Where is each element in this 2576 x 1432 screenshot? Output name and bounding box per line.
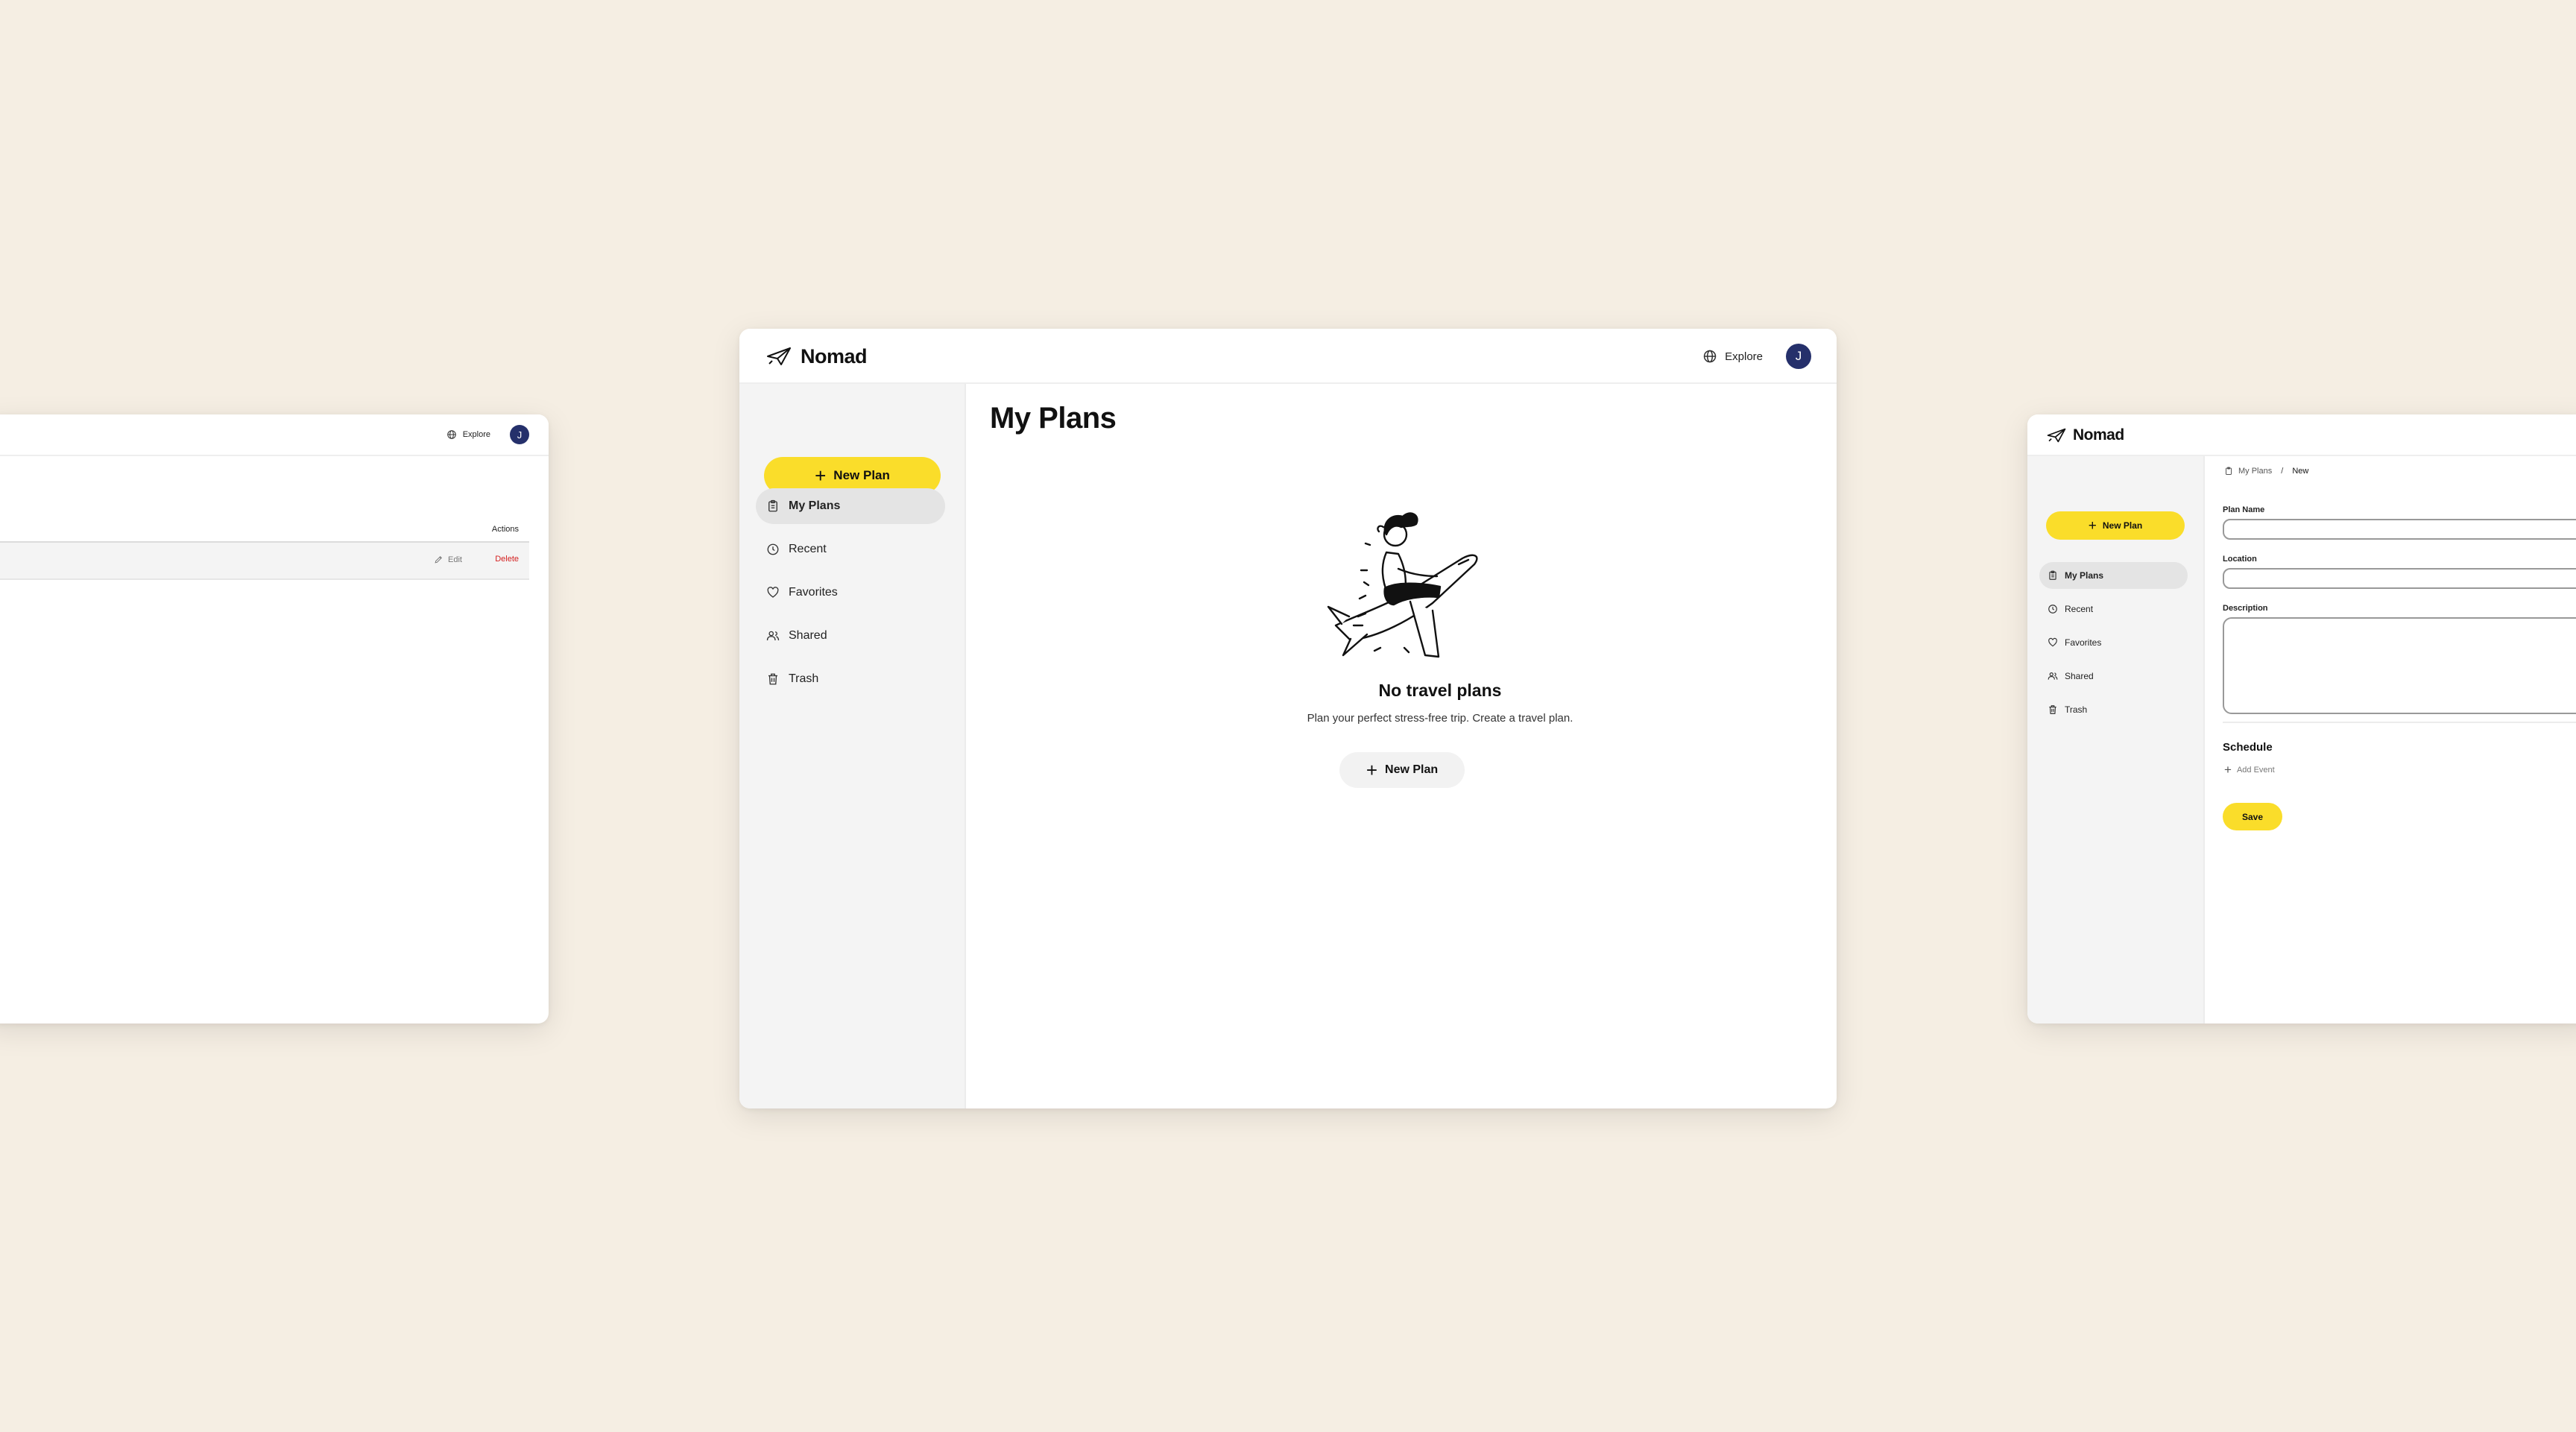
save-button[interactable]: Save [2223,803,2282,830]
table-row[interactable]: Edit Delete [0,543,529,580]
empty-state-title: No travel plans [1378,681,1502,700]
edit-button[interactable]: Edit [434,555,462,564]
users-icon [766,631,780,641]
description-label: Description [2223,604,2268,613]
sidebar-item-label: Favorites [2065,637,2102,648]
sidebar-item-shared[interactable]: Shared [756,618,945,654]
heart-icon [767,587,779,598]
clock-icon [767,543,779,555]
breadcrumb-separator: / [2281,467,2284,476]
explore-link[interactable]: Explore [446,426,490,443]
sidebar-item-label: Shared [2065,671,2094,681]
delete-button[interactable]: Delete [495,555,519,564]
clipboard-icon [2049,570,2056,580]
new-plan-label: New Plan [833,468,890,482]
brand-logo[interactable]: Nomad [766,342,868,370]
sidebar-item-my-plans[interactable]: My Plans [2039,562,2188,589]
sidebar-item-recent[interactable]: Recent [756,532,945,567]
empty-state-new-plan-button[interactable]: + New Plan [1339,752,1465,788]
schedule-title: Schedule [2223,741,2273,754]
users-icon [2048,672,2058,680]
new-plan-label: New Plan [2102,520,2143,531]
sidebar-item-label: My Plans [2065,570,2104,581]
add-event-label: Add Event [2236,765,2275,775]
breadcrumb-current: New [2292,467,2309,476]
new-plan-button[interactable]: + New Plan [2046,511,2185,540]
sidebar-item-label: Recent [2065,604,2094,614]
brand-logo[interactable]: Nomad [2047,425,2124,446]
sidebar-item-label: Trash [789,672,819,685]
page-title: My Plans [990,402,1117,435]
trash-icon [2049,705,2056,714]
sidebar-item-favorites[interactable]: Favorites [756,575,945,611]
plus-icon: + [2088,517,2097,534]
avatar[interactable]: J [1786,344,1811,369]
brand-name: Nomad [801,344,868,368]
sidebar-item-label: Recent [789,543,827,555]
description-field[interactable] [2223,617,2576,714]
location-field[interactable] [2223,568,2576,589]
add-event-button[interactable]: + Add Event [2224,763,2275,776]
plan-name-field[interactable] [2223,519,2576,540]
app-header: Explore J [0,414,549,456]
plus-icon: + [815,464,827,487]
sidebar-item-label: My Plans [789,499,841,512]
empty-state-button-label: New Plan [1385,763,1439,776]
sidebar-item-trash[interactable]: Trash [756,661,945,697]
heart-icon [2048,637,2057,647]
explore-label: Explore [1725,350,1763,363]
plan-name-label: Plan Name [2223,505,2265,514]
sidebar: + New Plan My Plans Recent Favorites Sha… [739,384,966,1108]
app-header: Nomad Explore J [739,329,1837,384]
globe-icon [446,430,456,439]
app-header: Nomad [2027,414,2576,456]
traveler-on-plane-illustration [1327,512,1478,658]
pencil-icon [435,556,443,564]
sidebar-item-shared[interactable]: Shared [2039,663,2188,690]
empty-state-subtitle: Plan your perfect stress-free trip. Crea… [1307,712,1573,725]
sidebar-item-recent[interactable]: Recent [2039,596,2188,622]
clock-icon [2048,605,2057,614]
clipboard-icon [2226,467,2232,475]
form-divider [2223,722,2576,723]
globe-icon [1703,350,1717,363]
breadcrumb-parent-link[interactable]: My Plans [2238,467,2272,476]
plus-icon: + [1366,759,1378,781]
explore-link[interactable]: Explore [1702,345,1763,368]
clipboard-icon [768,499,777,512]
paper-plane-icon [767,347,791,365]
avatar[interactable]: J [510,425,529,444]
sidebar-item-my-plans[interactable]: My Plans [756,488,945,524]
actions-column-header: Actions [491,525,519,534]
sidebar-item-label: Shared [789,629,827,642]
explore-label: Explore [462,430,490,439]
new-plan-window: Nomad + New Plan My Plans Recent Favorit… [2027,414,2576,1023]
sidebar: + New Plan My Plans Recent Favorites Sha… [2027,456,2205,1023]
brand-name: Nomad [2073,426,2124,444]
breadcrumb: My Plans / New [2224,467,2308,476]
sidebar-item-label: Trash [2065,704,2088,715]
paper-plane-icon [2047,428,2066,443]
my-plans-window: Nomad Explore J + New Plan My Plans Rece… [739,329,1837,1108]
sidebar-item-label: Favorites [789,586,838,599]
trash-icon [768,673,777,685]
plus-icon: + [2224,763,2232,777]
list-view-window: Explore J Actions Edit Delete [0,414,549,1023]
sidebar-item-trash[interactable]: Trash [2039,696,2188,723]
sidebar-item-favorites[interactable]: Favorites [2039,629,2188,656]
location-label: Location [2223,555,2257,564]
edit-label: Edit [448,555,462,564]
